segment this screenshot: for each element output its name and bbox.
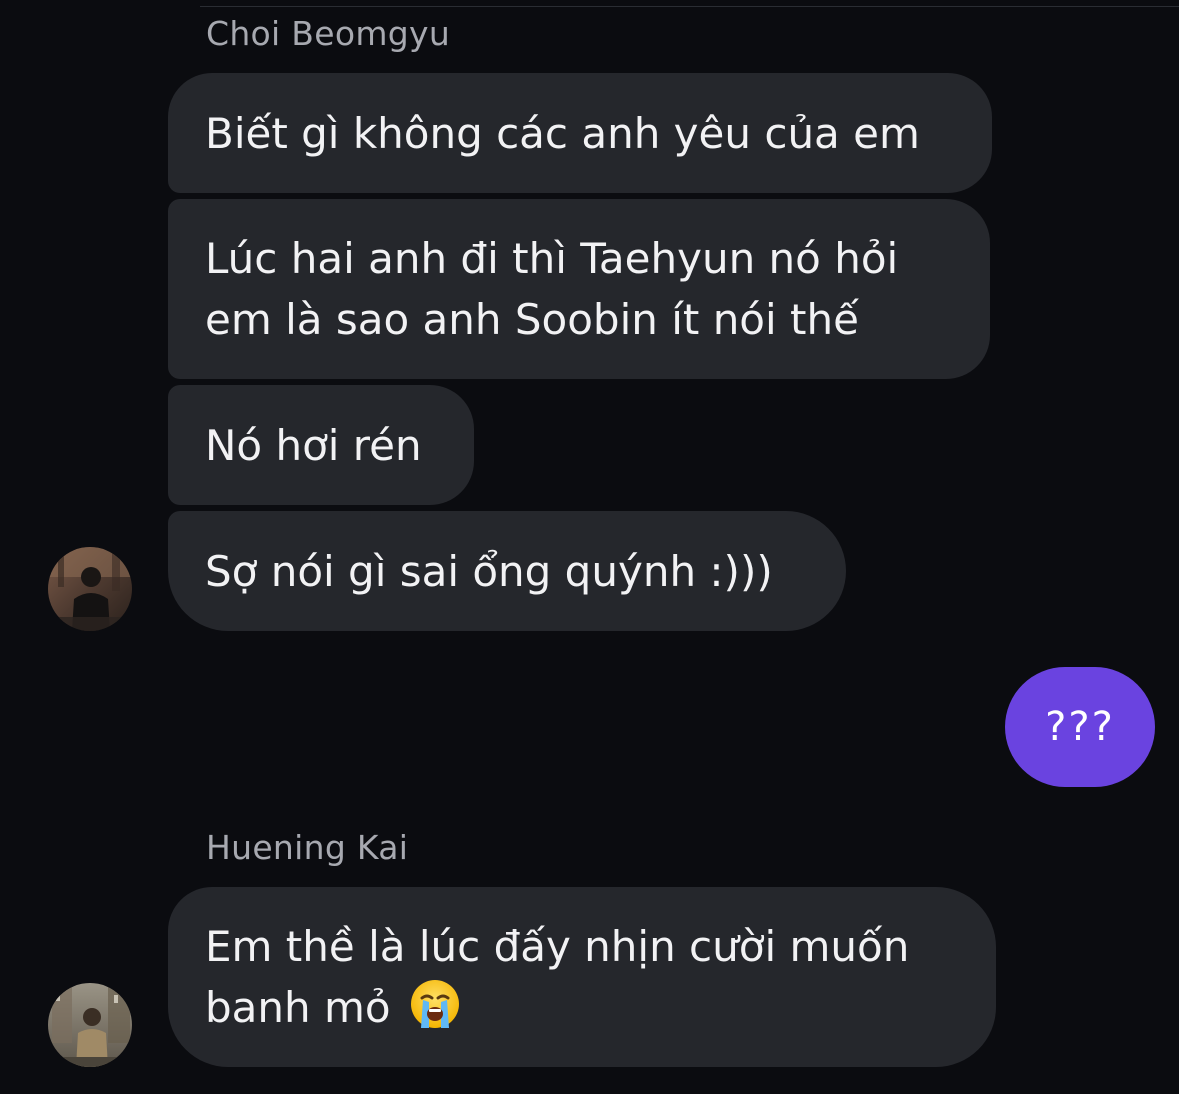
message-text: Nó hơi rén <box>205 420 422 470</box>
message-text-line: Em thề là lúc đấy nhịn cười muốn <box>205 922 910 971</box>
avatar-photo <box>48 547 132 631</box>
avatar-beomgyu[interactable] <box>48 547 132 631</box>
message-text-line: Lúc hai anh đi thì Taehyun nó hỏi <box>205 234 899 283</box>
chat-thread: Choi Beomgyu Biết gì không các anh yêu c… <box>0 0 1179 1094</box>
message-text-line: em là sao anh Soobin ít nói thế <box>205 295 859 344</box>
message-text: Biết gì không các anh yêu của em <box>205 108 920 158</box>
loudly-crying-face-icon <box>410 980 459 1028</box>
outgoing-message-bubble[interactable]: ??? <box>1005 667 1155 787</box>
message-text: ??? <box>1045 704 1115 750</box>
message-bubble[interactable]: Lúc hai anh đi thì Taehyun nó hỏi em là … <box>168 199 990 379</box>
message-text-line: banh mỏ <box>205 983 391 1032</box>
sender-name-beomgyu: Choi Beomgyu <box>206 14 451 53</box>
avatar-photo <box>48 983 132 1067</box>
divider <box>200 0 1179 7</box>
message-bubble[interactable]: Em thề là lúc đấy nhịn cười muốn banh mỏ <box>168 887 996 1067</box>
message-bubble[interactable]: Biết gì không các anh yêu của em <box>168 73 992 193</box>
sender-name-hueningkai: Huening Kai <box>206 828 409 867</box>
message-bubble[interactable]: Nó hơi rén <box>168 385 474 505</box>
message-text: Sợ nói gì sai ổng quýnh :))) <box>205 546 773 596</box>
message-bubble[interactable]: Sợ nói gì sai ổng quýnh :))) <box>168 511 846 631</box>
avatar-hueningkai[interactable] <box>48 983 132 1067</box>
